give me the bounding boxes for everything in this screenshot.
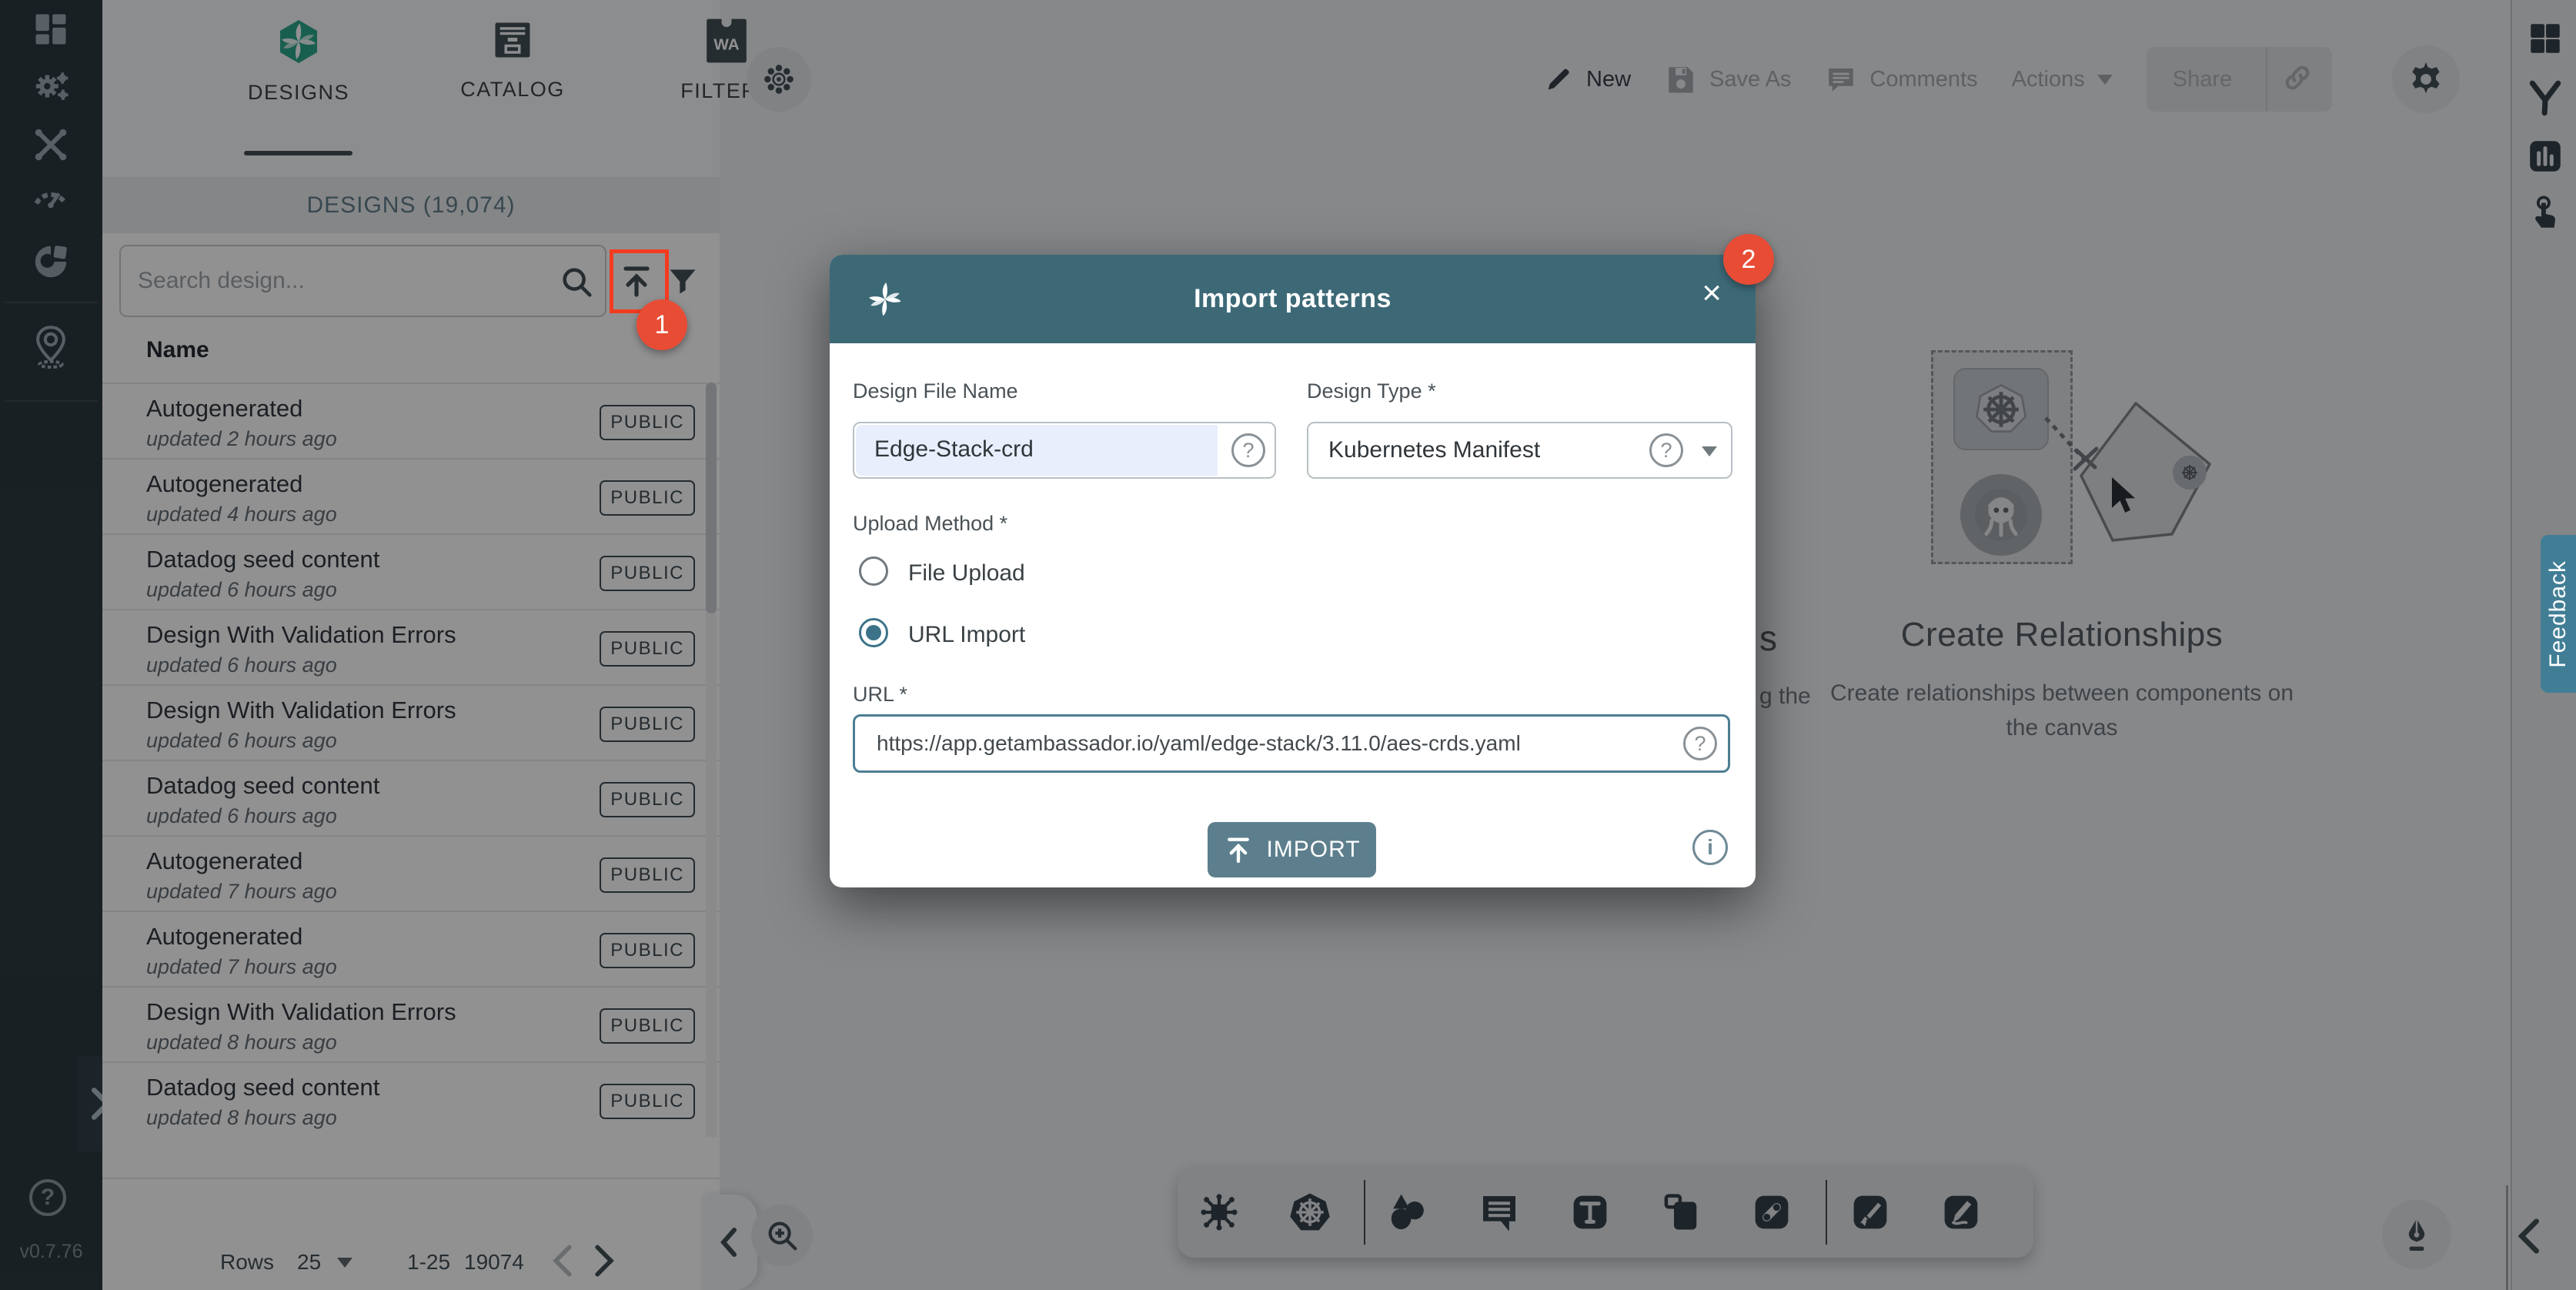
design-file-name-input[interactable] [873, 426, 1175, 473]
question-glyph: ? [1242, 439, 1254, 463]
design-type-help-icon[interactable]: ? [1649, 433, 1683, 467]
app-screen: ? v0.7.76 DESIGNS CATALOG WA FILTERS [0, 0, 2576, 1290]
url-help-icon[interactable]: ? [1683, 727, 1717, 760]
design-type-select[interactable]: Kubernetes Manifest ? [1307, 422, 1732, 479]
design-type-caret-icon [1702, 446, 1717, 456]
info-icon[interactable]: i [1692, 830, 1728, 865]
url-input[interactable] [875, 720, 1599, 767]
annotation-step2-badge: 2 [1723, 234, 1774, 285]
step2-number: 2 [1742, 245, 1756, 275]
close-icon[interactable]: × [1702, 276, 1722, 310]
feedback-tab[interactable]: Feedback [2541, 535, 2576, 693]
design-type-label: Design Type * [1307, 379, 1436, 403]
file-upload-label: File Upload [908, 560, 1025, 587]
design-file-name-field: ? [853, 422, 1276, 479]
url-import-radio[interactable] [859, 618, 888, 647]
upload-method-label: Upload Method * [853, 512, 1007, 536]
modal-header: Import patterns × [830, 255, 1756, 343]
import-patterns-modal: Import patterns × Design File Name ? Des… [830, 255, 1756, 887]
step1-number: 1 [655, 310, 670, 340]
url-import-label: URL Import [908, 622, 1025, 648]
import-upload-icon [1223, 834, 1254, 865]
design-type-value: Kubernetes Manifest [1328, 437, 1540, 463]
annotation-step1-badge: 1 [636, 299, 687, 350]
feedback-label: Feedback [2545, 560, 2571, 668]
design-file-name-label: Design File Name [853, 379, 1018, 403]
info-glyph: i [1707, 835, 1713, 860]
url-field: ? [853, 714, 1730, 773]
design-file-name-help-icon[interactable]: ? [1231, 433, 1265, 467]
file-upload-radio[interactable] [859, 556, 888, 586]
url-label: URL * [853, 683, 907, 707]
question-glyph: ? [1660, 439, 1672, 463]
question-glyph: ? [1694, 732, 1706, 756]
import-button[interactable]: IMPORT [1208, 822, 1376, 877]
import-button-label: IMPORT [1266, 837, 1360, 863]
modal-title: Import patterns [830, 255, 1756, 343]
